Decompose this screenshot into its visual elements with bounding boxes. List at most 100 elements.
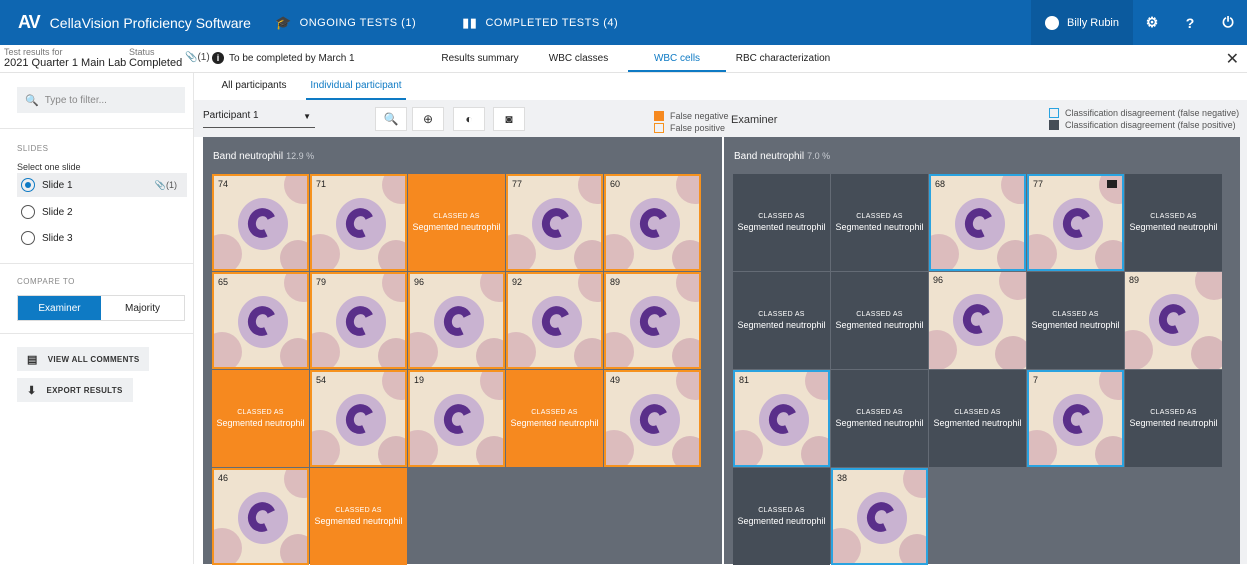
cell-number: 19 — [414, 375, 425, 385]
participant-tabs: All participants Individual participant — [194, 73, 1247, 100]
examiner-class-name: Band neutrophil — [734, 151, 805, 162]
cell-image-tile[interactable]: 96 — [408, 272, 505, 369]
cell-image-tile[interactable]: 54 — [310, 370, 407, 467]
rbc-shape — [672, 338, 699, 367]
rbc-shape — [480, 372, 503, 400]
rbc-shape — [672, 436, 699, 465]
rbc-shape — [410, 430, 438, 465]
cell-image-tile[interactable]: 65 — [212, 272, 309, 369]
zoom-in-button[interactable]: ⊕ — [412, 107, 444, 131]
classed-as-tile[interactable]: CLASSED AS Segmented neutrophil — [1125, 370, 1222, 467]
classed-as-label: CLASSED AS — [856, 311, 903, 318]
header-attachments[interactable]: 📎(1) — [185, 52, 210, 63]
nav-completed-tests[interactable]: ▮▮ COMPLETED TESTS (4) — [462, 15, 618, 31]
cell-image-tile[interactable]: 71 — [310, 174, 407, 271]
rbc-shape — [574, 240, 601, 269]
classed-as-tile[interactable]: CLASSED AS Segmented neutrophil — [831, 272, 928, 369]
cell-image-tile[interactable]: 92 — [506, 272, 603, 369]
rbc-shape — [284, 176, 307, 204]
slide-1-radio[interactable] — [21, 178, 35, 192]
compare-examiner-button[interactable]: Examiner — [18, 296, 101, 320]
cell-number: 54 — [316, 375, 327, 385]
rbc-shape — [1125, 330, 1153, 369]
cell-image-tile[interactable]: 77 — [506, 174, 603, 271]
classed-as-tile[interactable]: CLASSED AS Segmented neutrophil — [831, 174, 928, 271]
rbc-shape — [606, 332, 634, 367]
tab-results-summary[interactable]: Results summary — [432, 45, 528, 72]
slide-3-radio[interactable] — [21, 231, 35, 245]
cell-image-tile[interactable]: 89 — [1125, 272, 1222, 369]
rbc-shape — [929, 330, 957, 369]
cell-image-tile[interactable]: 79 — [310, 272, 407, 369]
app-logo[interactable]: AV — [18, 12, 41, 33]
zoom-out-button[interactable]: 🔍 — [375, 107, 407, 131]
tab-wbc-classes[interactable]: WBC classes — [536, 45, 621, 72]
slide-1-attachments-count: (1) — [166, 179, 177, 190]
test-results-label: Test results for — [4, 47, 63, 57]
comment-icon[interactable] — [1107, 180, 1117, 188]
divider — [0, 263, 194, 264]
tab-individual-participant[interactable]: Individual participant — [306, 73, 406, 100]
cell-image-tile[interactable]: 7 — [1027, 370, 1124, 467]
cell-image-tile[interactable]: 60 — [604, 174, 701, 271]
cell-image-tile[interactable]: 81 — [733, 370, 830, 467]
classed-as-tile[interactable]: CLASSED AS Segmented neutrophil — [733, 174, 830, 271]
export-results-button[interactable]: ⬇ EXPORT RESULTS — [17, 378, 133, 402]
compare-majority-button[interactable]: Majority — [101, 296, 184, 320]
gear-icon[interactable]: ⚙ — [1133, 0, 1171, 45]
classed-as-tile[interactable]: CLASSED AS Segmented neutrophil — [1125, 174, 1222, 271]
filter-input[interactable]: 🔍 Type to filter... — [17, 87, 185, 113]
brightness-button[interactable]: ◐ — [453, 107, 485, 131]
classed-as-tile[interactable]: CLASSED AS Segmented neutrophil — [929, 370, 1026, 467]
classed-as-tile[interactable]: CLASSED AS Segmented neutrophil — [506, 370, 603, 467]
legend-false-positive: False positive — [654, 123, 729, 133]
compare-heading: COMPARE TO — [17, 277, 75, 286]
slide-1[interactable]: Slide 1 📎(1) — [17, 173, 187, 197]
cell-image-tile[interactable]: 96 — [929, 272, 1026, 369]
classed-as-tile[interactable]: CLASSED AS Segmented neutrophil — [212, 370, 309, 467]
cell-image-tile[interactable]: 74 — [212, 174, 309, 271]
user-menu-button[interactable]: Billy Rubin — [1031, 0, 1133, 45]
rbc-shape — [280, 534, 307, 563]
cell-image-tile[interactable]: 46 — [212, 468, 309, 565]
close-icon[interactable]: ✕ — [1226, 49, 1239, 69]
legend-disagree-fp-label: Classification disagreement (false posit… — [1065, 120, 1236, 130]
classed-as-tile[interactable]: CLASSED AS Segmented neutrophil — [733, 468, 830, 565]
help-icon[interactable]: ? — [1171, 0, 1209, 45]
rbc-shape — [312, 430, 340, 465]
rbc-shape — [578, 176, 601, 204]
view-comments-button[interactable]: ▤ VIEW ALL COMMENTS — [17, 347, 150, 371]
classed-as-tile[interactable]: CLASSED AS Segmented neutrophil — [310, 468, 407, 565]
cell-number: 7 — [1033, 375, 1039, 385]
rbc-shape — [214, 332, 242, 367]
logout-icon[interactable]: ⏻ — [1209, 0, 1247, 45]
slide-3[interactable]: Slide 3 — [17, 226, 187, 250]
cell-image-tile[interactable]: 38 — [831, 468, 928, 565]
classed-as-tile[interactable]: CLASSED AS Segmented neutrophil — [831, 370, 928, 467]
slide-2-radio[interactable] — [21, 205, 35, 219]
brightness-icon: ◐ — [465, 112, 473, 126]
tab-all-participants[interactable]: All participants — [216, 73, 292, 100]
tab-rbc-characterization[interactable]: RBC characterization — [732, 45, 834, 72]
participant-select[interactable]: Participant 1 ▼ — [203, 110, 315, 128]
status-label: Status — [129, 47, 155, 57]
classed-as-tile[interactable]: CLASSED AS Segmented neutrophil — [1027, 272, 1124, 369]
cell-image-tile[interactable]: 77 — [1027, 174, 1124, 271]
nav-ongoing-tests[interactable]: 🎓 ONGOING TESTS (1) — [275, 15, 416, 31]
cell-image-tile[interactable]: 68 — [929, 174, 1026, 271]
cell-image-tile[interactable]: 89 — [604, 272, 701, 369]
classed-as-tile[interactable]: CLASSED AS Segmented neutrophil — [733, 272, 830, 369]
contrast-button[interactable]: ◙ — [493, 107, 525, 131]
classed-as-tile[interactable]: CLASSED AS Segmented neutrophil — [408, 174, 505, 271]
cell-number: 68 — [935, 179, 946, 189]
scrollbar[interactable] — [1240, 137, 1247, 564]
rbc-shape — [676, 176, 699, 204]
info-icon: i — [212, 52, 224, 64]
cell-image-tile[interactable]: 49 — [604, 370, 701, 467]
examiner-class-percent: 7.0 % — [807, 151, 831, 161]
cell-image-tile[interactable]: 19 — [408, 370, 505, 467]
slide-2[interactable]: Slide 2 — [17, 200, 187, 224]
graduation-cap-icon: 🎓 — [274, 14, 292, 30]
export-label: EXPORT RESULTS — [46, 385, 123, 395]
tab-wbc-cells[interactable]: WBC cells — [628, 45, 726, 72]
